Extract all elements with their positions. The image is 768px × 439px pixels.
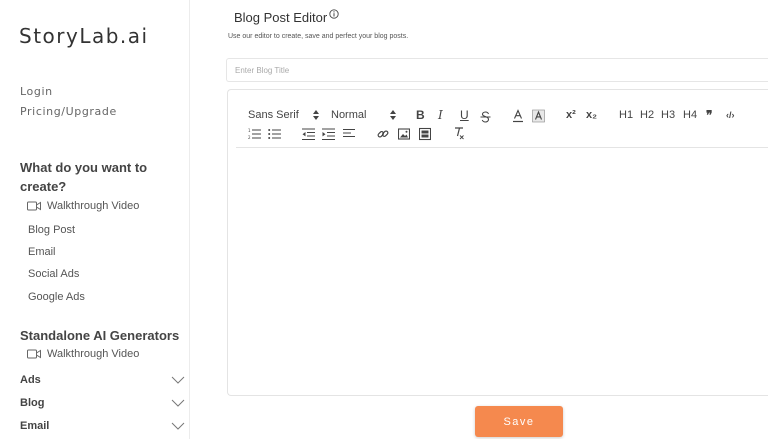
font-family-arrows-icon (313, 110, 319, 120)
brand-logo[interactable]: StoryLab.ai (19, 24, 149, 48)
bullet-list-icon[interactable] (268, 126, 281, 142)
create-walkthrough-video-link[interactable]: Walkthrough Video (27, 200, 139, 212)
strikethrough-icon[interactable] (480, 109, 491, 125)
accordion-label: Ads (20, 374, 41, 386)
walkthrough-video-label: Walkthrough Video (47, 348, 140, 360)
heading-3-button[interactable]: H3 (661, 107, 675, 123)
create-item-google-ads[interactable]: Google Ads (28, 291, 85, 303)
create-section-title: What do you want to create? (20, 160, 148, 194)
background-color-icon[interactable] (532, 108, 545, 124)
page-title: Blog Post Editor (234, 9, 339, 25)
accordion-email[interactable]: Email (20, 416, 185, 436)
superscript-button[interactable]: x² (566, 107, 576, 123)
standalone-walkthrough-video-link[interactable]: Walkthrough Video (27, 348, 139, 360)
svg-text:2: 2 (248, 135, 251, 140)
svg-text:1: 1 (248, 128, 251, 133)
ordered-list-icon[interactable]: 1 2 (248, 126, 261, 142)
font-size-arrows-icon (390, 110, 396, 120)
subscript-button[interactable]: x₂ (586, 107, 597, 123)
heading-1-button[interactable]: H1 (619, 107, 633, 123)
editor-content-area[interactable] (236, 150, 768, 390)
rich-text-editor: Sans Serif Normal B I U x² x₂ H1 H2 H3 H… (227, 89, 768, 396)
clear-formatting-icon[interactable] (453, 125, 465, 141)
link-icon[interactable] (377, 126, 389, 142)
page-subtitle: Use our editor to create, save and perfe… (228, 33, 409, 40)
bold-button[interactable]: B (416, 107, 425, 123)
standalone-section-title: Standalone AI Generators (20, 328, 180, 343)
editor-toolbar: Sans Serif Normal B I U x² x₂ H1 H2 H3 H… (236, 98, 768, 148)
font-family-value: Sans Serif (248, 109, 299, 121)
blockquote-button[interactable]: ❞ (706, 107, 712, 123)
image-icon[interactable] (398, 126, 410, 142)
code-block-button[interactable]: ‹/› (726, 107, 735, 123)
font-family-select[interactable]: Sans Serif (248, 107, 299, 123)
accordion-blog[interactable]: Blog (20, 393, 185, 413)
walkthrough-video-label: Walkthrough Video (47, 200, 140, 212)
align-icon[interactable] (343, 126, 355, 142)
pricing-link[interactable]: Pricing/Upgrade (20, 105, 117, 118)
font-size-select[interactable]: Normal (331, 107, 366, 123)
sidebar: StoryLab.ai Login Pricing/Upgrade What d… (0, 0, 190, 439)
chevron-down-icon (171, 422, 185, 430)
outdent-icon[interactable] (302, 126, 315, 142)
video-camera-icon (27, 349, 41, 359)
login-link[interactable]: Login (20, 85, 53, 98)
underline-button[interactable]: U (460, 107, 469, 123)
font-size-value: Normal (331, 109, 367, 121)
blog-title-input[interactable] (226, 58, 768, 82)
chevron-down-icon (171, 376, 185, 384)
accordion-label: Email (20, 420, 50, 432)
create-item-email[interactable]: Email (28, 246, 56, 258)
heading-2-button[interactable]: H2 (640, 107, 654, 123)
chevron-down-icon (171, 399, 185, 407)
video-icon[interactable] (419, 126, 431, 142)
save-button[interactable]: Save (475, 406, 563, 437)
indent-icon[interactable] (322, 126, 335, 142)
accordion-ads[interactable]: Ads (20, 370, 185, 390)
accordion-label: Blog (20, 397, 45, 409)
italic-button[interactable]: I (438, 107, 443, 123)
video-camera-icon (27, 201, 41, 211)
create-item-blog-post[interactable]: Blog Post (28, 224, 75, 236)
text-color-icon[interactable] (512, 108, 524, 124)
heading-4-button[interactable]: H4 (683, 107, 697, 123)
page-title-text: Blog Post Editor (234, 10, 328, 25)
info-icon[interactable] (329, 9, 339, 19)
create-item-social-ads[interactable]: Social Ads (28, 268, 79, 280)
